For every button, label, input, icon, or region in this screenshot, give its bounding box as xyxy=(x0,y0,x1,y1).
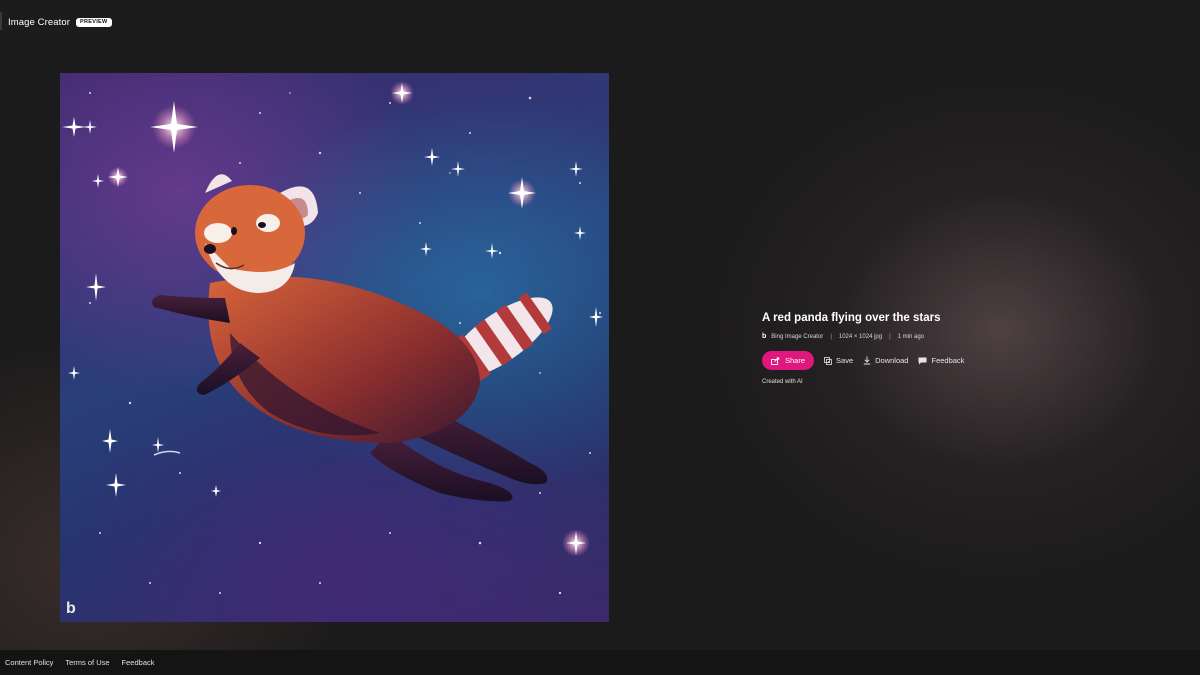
feedback-label: Feedback xyxy=(931,356,965,365)
image-creator-page: Image Creator PREVIEW b A red panda flyi… xyxy=(0,0,1200,675)
image-details-panel: A red panda flying over the stars b Bing… xyxy=(762,312,1062,385)
time-label: 1 min ago xyxy=(897,333,925,340)
image-title: A red panda flying over the stars xyxy=(762,312,941,324)
footer-link-terms-of-use[interactable]: Terms of Use xyxy=(65,658,109,667)
share-label: Share xyxy=(785,356,806,365)
save-collection-icon xyxy=(824,356,832,365)
sidebar-edge xyxy=(0,12,2,30)
footer: Content Policy Terms of Use Feedback xyxy=(0,650,1200,675)
dimensions-label: 1024 × 1024 jpg xyxy=(838,333,883,340)
feedback-button[interactable]: Feedback xyxy=(918,356,964,365)
meta-separator: | xyxy=(889,333,891,340)
save-button[interactable]: Save xyxy=(824,356,853,365)
save-label: Save xyxy=(836,356,854,365)
share-button[interactable]: Share xyxy=(762,351,815,370)
top-bar: Image Creator PREVIEW xyxy=(0,0,1200,44)
download-label: Download xyxy=(875,356,909,365)
feedback-icon xyxy=(918,357,927,365)
app-title[interactable]: Image Creator xyxy=(8,17,70,28)
generated-image[interactable]: b xyxy=(60,73,609,622)
action-bar: Share Save Download Feedback xyxy=(762,351,1062,370)
footer-link-content-policy[interactable]: Content Policy xyxy=(5,658,53,667)
footer-link-feedback[interactable]: Feedback xyxy=(122,658,155,667)
red-panda xyxy=(152,174,553,502)
source-label: Bing Image Creator xyxy=(771,333,824,340)
share-icon xyxy=(771,356,780,365)
download-button[interactable]: Download xyxy=(863,356,908,365)
download-icon xyxy=(863,356,871,365)
bing-logo-icon: b xyxy=(762,333,767,340)
bing-watermark: b xyxy=(66,600,76,617)
meta-separator: | xyxy=(830,333,832,340)
image-meta: b Bing Image Creator | 1024 × 1024 jpg |… xyxy=(762,333,1062,340)
red-panda-artwork: b xyxy=(62,81,603,617)
preview-badge: PREVIEW xyxy=(76,17,112,27)
created-with-ai-note: Created with AI xyxy=(762,379,803,385)
